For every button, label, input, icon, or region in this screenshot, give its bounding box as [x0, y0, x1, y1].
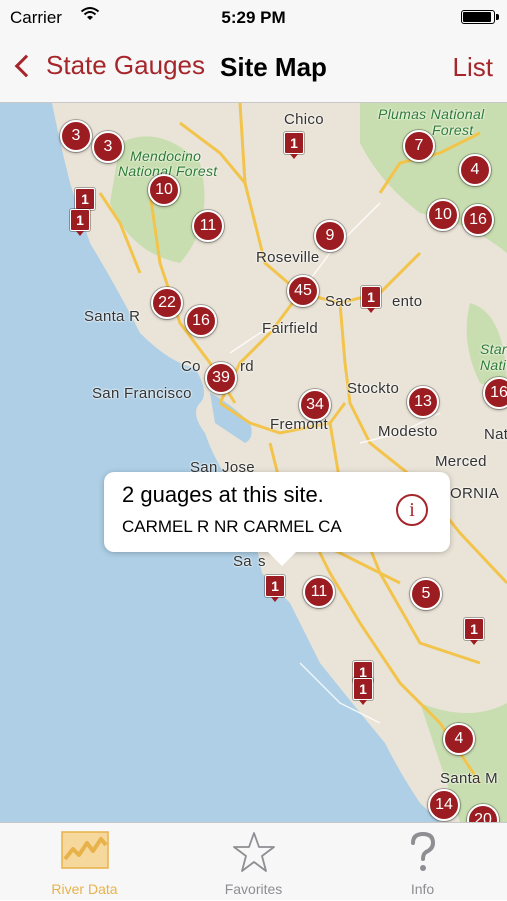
gauge-cluster-pin[interactable]: 14	[428, 789, 460, 821]
gauge-cluster-pin[interactable]: 3	[60, 120, 92, 152]
site-callout[interactable]: 2 guages at this site. CARMEL R NR CARME…	[104, 472, 450, 566]
back-label: State Gauges	[46, 50, 205, 80]
gauge-cluster-pin[interactable]: 10	[148, 174, 180, 206]
place-label-salinas: Sa	[233, 553, 252, 570]
chevron-left-icon	[14, 54, 38, 77]
place-label-stanislaus: Star	[480, 341, 507, 357]
place-label-merced: Merced	[435, 453, 487, 470]
navigation-bar: State Gauges Site Map List	[0, 34, 507, 103]
tab-bar: River Data Favorites Info	[0, 822, 507, 900]
info-icon[interactable]: i	[396, 494, 428, 526]
gauge-site-marker[interactable]: 1	[464, 618, 484, 645]
gauge-cluster-pin[interactable]: 5	[410, 578, 442, 610]
gauge-site-marker[interactable]: 1	[361, 286, 381, 313]
gauge-cluster-pin[interactable]: 22	[151, 287, 183, 319]
place-label-mendocino: Mendocino	[130, 148, 202, 164]
place-label-plumas: Plumas National	[378, 106, 485, 122]
place-label-nat: Nat	[484, 426, 507, 443]
place-label-stanislaus-2: Nati	[480, 357, 507, 373]
place-label-fairfield: Fairfield	[262, 320, 319, 337]
gauge-cluster-pin[interactable]: 3	[92, 131, 124, 163]
gauge-site-marker[interactable]: 1	[70, 209, 90, 236]
gauge-site-marker[interactable]: 1	[284, 132, 304, 159]
question-icon	[408, 831, 438, 878]
place-label-santa-rosa: Santa R	[84, 308, 141, 325]
place-label-stockton: Stockto	[347, 380, 400, 397]
place-label-plumas-2: Forest	[432, 122, 474, 138]
chart-icon	[60, 831, 109, 874]
tab-label: Favorites	[224, 881, 283, 897]
gauge-cluster-pin[interactable]: 4	[459, 154, 491, 186]
place-label-chico: Chico	[284, 111, 324, 128]
place-label-concord-2: rd	[240, 358, 254, 375]
site-map[interactable]: Chico Plumas National Forest Mendocino N…	[0, 103, 507, 822]
gauge-cluster-pin[interactable]: 11	[303, 576, 335, 608]
place-label-santa-maria: Santa M	[440, 770, 498, 787]
tab-river-data[interactable]: River Data	[0, 823, 169, 901]
status-time: 5:29 PM	[221, 8, 286, 27]
place-label-san-francisco: San Francisco	[92, 385, 192, 402]
gauge-cluster-pin[interactable]: 16	[185, 305, 217, 337]
place-label-roseville: Roseville	[256, 249, 320, 266]
battery-icon	[461, 10, 499, 24]
gauge-site-marker[interactable]: 1	[75, 188, 95, 215]
list-button[interactable]: List	[453, 52, 493, 83]
gauge-site-marker[interactable]: 1	[265, 575, 285, 602]
status-bar: Carrier 5:29 PM	[0, 0, 507, 34]
gauge-cluster-pin[interactable]: 7	[403, 130, 435, 162]
gauge-cluster-pin[interactable]: 39	[205, 362, 237, 394]
back-button[interactable]: State Gauges	[12, 50, 205, 81]
gauge-cluster-pin[interactable]: 34	[299, 389, 331, 421]
tab-favorites[interactable]: Favorites	[169, 823, 338, 901]
gauge-cluster-pin[interactable]: 45	[287, 275, 319, 307]
gauge-cluster-pin[interactable]: 10	[427, 199, 459, 231]
star-icon	[232, 831, 276, 878]
place-label-salinas-2: s	[258, 553, 266, 570]
tab-label: Info	[410, 881, 435, 897]
gauge-cluster-pin[interactable]: 13	[407, 386, 439, 418]
gauge-cluster-pin[interactable]: 9	[314, 220, 346, 252]
callout-title: 2 guages at this site.	[122, 482, 324, 507]
place-label-modesto: Modesto	[378, 423, 438, 440]
place-label-sacramento: Sac	[325, 293, 352, 310]
gauge-cluster-pin[interactable]: 16	[462, 204, 494, 236]
tab-label: River Data	[51, 881, 118, 897]
callout-subtitle: CARMEL R NR CARMEL CA	[122, 517, 342, 536]
gauge-site-marker[interactable]: 1	[353, 678, 373, 705]
gauge-cluster-pin[interactable]: 16	[483, 377, 507, 409]
place-label-concord: Co	[181, 358, 201, 375]
gauge-cluster-pin[interactable]: 11	[192, 210, 224, 242]
place-label-sacramento-2: ento	[392, 293, 423, 310]
tab-info[interactable]: Info	[338, 823, 507, 901]
place-label-california: ORNIA	[450, 485, 500, 502]
page-title: Site Map	[220, 52, 327, 82]
gauge-cluster-pin[interactable]: 4	[443, 723, 475, 755]
